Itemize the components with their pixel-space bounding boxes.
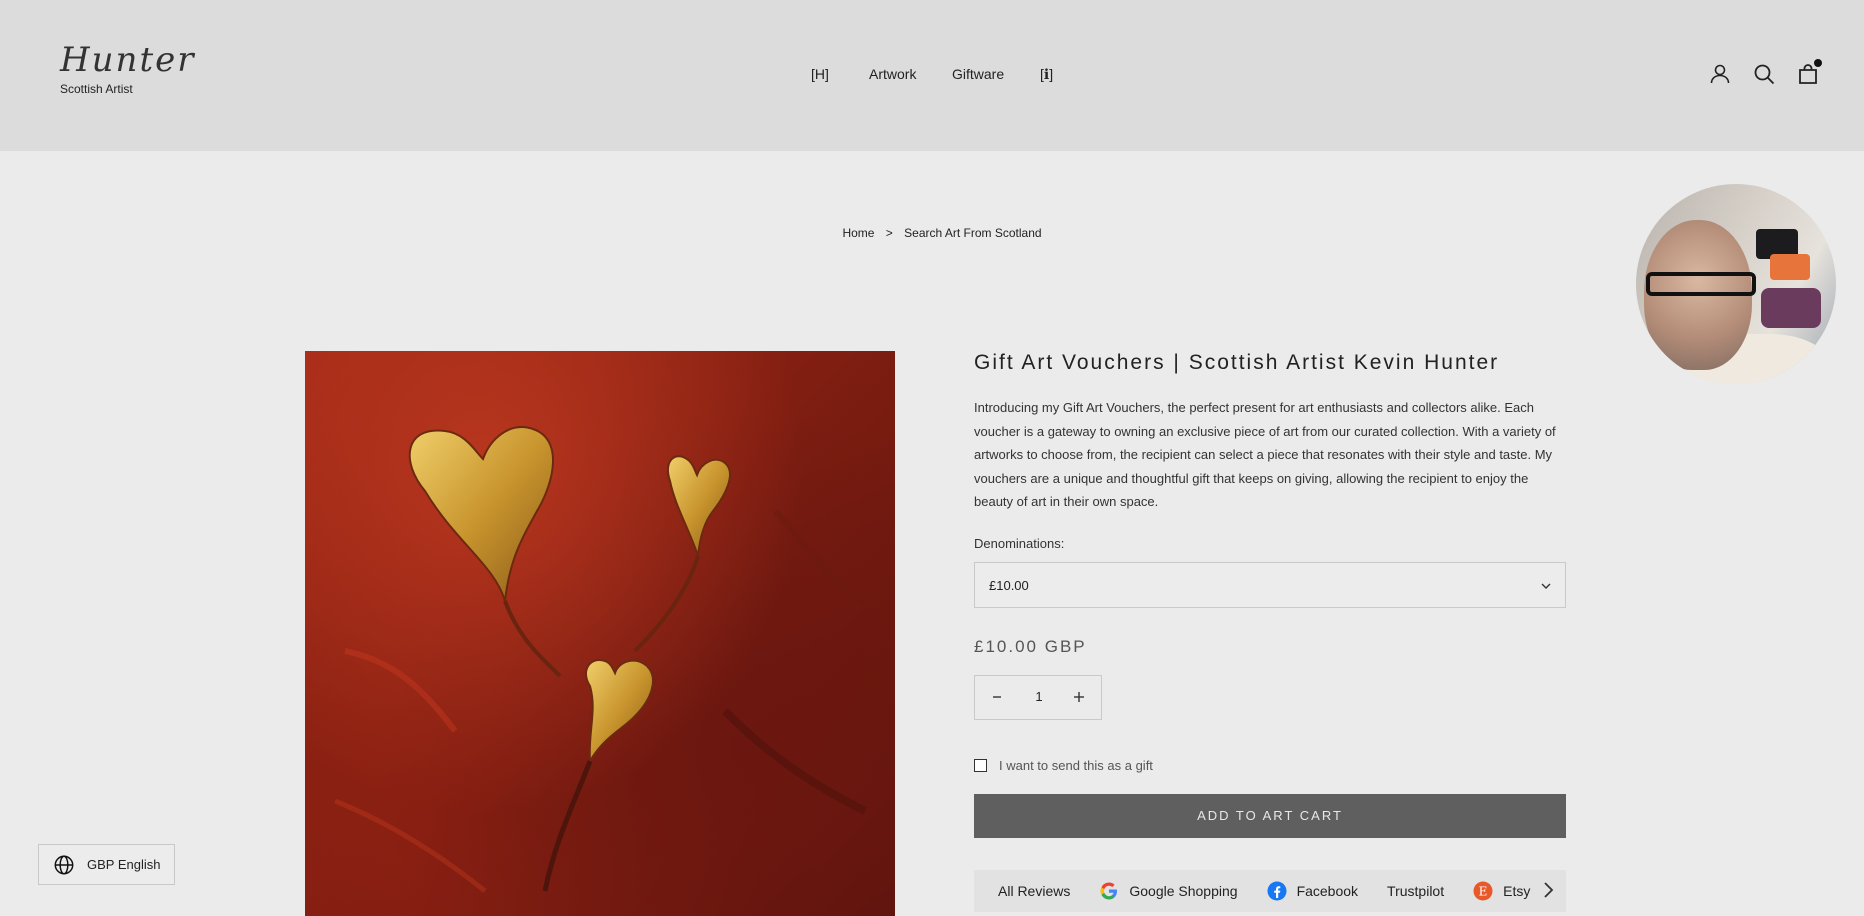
currency-language-selector[interactable]: GBP English <box>38 844 175 885</box>
painting-hearts <box>334 426 867 893</box>
quantity-input[interactable]: 1 <box>1019 689 1059 704</box>
globe-icon <box>54 855 74 874</box>
webcam-bg-pillow <box>1770 254 1810 280</box>
facebook-icon <box>1267 881 1287 900</box>
reviews-tab-label: All Reviews <box>998 882 1071 899</box>
etsy-icon: E <box>1473 881 1493 900</box>
reviews-tabs: All Reviews Google Shopping Facebook Tru… <box>974 869 1566 912</box>
reviews-tab-label: Trustpilot <box>1387 882 1445 899</box>
denomination-selected-value: £10.00 <box>989 577 1029 593</box>
product-description: Introducing my Gift Art Vouchers, the pe… <box>974 400 1556 509</box>
chevron-right-icon[interactable] <box>1538 880 1558 900</box>
reviews-tab-facebook[interactable]: Facebook <box>1267 881 1358 901</box>
site-header: Hunter Scottish Artist [H] Artwork Giftw… <box>0 0 1864 151</box>
webcam-person-glasses <box>1646 272 1756 296</box>
nav-item-giftware[interactable]: Giftware <box>952 66 1004 82</box>
gift-checkbox[interactable] <box>974 758 987 772</box>
reviews-tab-etsy[interactable]: E Etsy <box>1473 881 1530 901</box>
locale-label: GBP English <box>87 857 161 872</box>
account-icon[interactable] <box>1708 62 1732 86</box>
denomination-select[interactable]: £10.00 <box>974 561 1566 608</box>
gift-checkbox-label[interactable]: I want to send this as a gift <box>999 758 1153 773</box>
reviews-tab-google[interactable]: Google Shopping <box>1099 881 1238 901</box>
cart-icon[interactable] <box>1796 59 1822 86</box>
reviews-tab-label: Etsy <box>1503 882 1531 899</box>
nav-item-info[interactable]: [ℹ] <box>1040 66 1053 83</box>
reviews-tab-label: Facebook <box>1296 882 1359 899</box>
decrease-quantity-button[interactable] <box>987 687 1007 707</box>
add-to-cart-button[interactable]: ADD TO ART CART <box>974 793 1566 838</box>
nav-item-home[interactable]: [H] <box>811 66 829 82</box>
reviews-tab-all[interactable]: All Reviews <box>998 883 1070 899</box>
reviews-tab-trustpilot[interactable]: Trustpilot <box>1387 883 1444 899</box>
webcam-bg-cloth <box>1761 288 1821 328</box>
logo-script: Hunter <box>60 40 196 80</box>
quantity-stepper: 1 <box>974 674 1102 720</box>
breadcrumb: Home > Search Art From Scotland <box>0 226 1864 240</box>
product-image[interactable] <box>305 351 895 916</box>
product-title: Gift Art Vouchers | Scottish Artist Kevi… <box>974 351 1500 374</box>
google-icon <box>1100 882 1118 899</box>
search-icon[interactable] <box>1752 62 1776 86</box>
webcam-overlay <box>1636 184 1836 384</box>
site-logo[interactable]: Hunter Scottish Artist <box>60 40 196 96</box>
logo-subtitle: Scottish Artist <box>60 82 133 96</box>
cart-badge-dot <box>1814 59 1822 67</box>
product-info: Gift Art Vouchers | Scottish Artist Kevi… <box>974 351 1566 912</box>
breadcrumb-separator: > <box>885 226 893 240</box>
nav-item-artwork[interactable]: Artwork <box>869 66 916 82</box>
increase-quantity-button[interactable] <box>1069 687 1089 707</box>
gift-option: I want to send this as a gift <box>974 758 1566 773</box>
product-price: £10.00 GBP <box>974 636 1087 656</box>
chevron-down-icon <box>1541 583 1551 589</box>
reviews-tab-label: Google Shopping <box>1129 882 1238 899</box>
svg-text:E: E <box>1479 884 1488 898</box>
breadcrumb-current[interactable]: Search Art From Scotland <box>904 226 1041 240</box>
denomination-label: Denominations: <box>974 535 1065 551</box>
breadcrumb-home[interactable]: Home <box>842 226 874 240</box>
